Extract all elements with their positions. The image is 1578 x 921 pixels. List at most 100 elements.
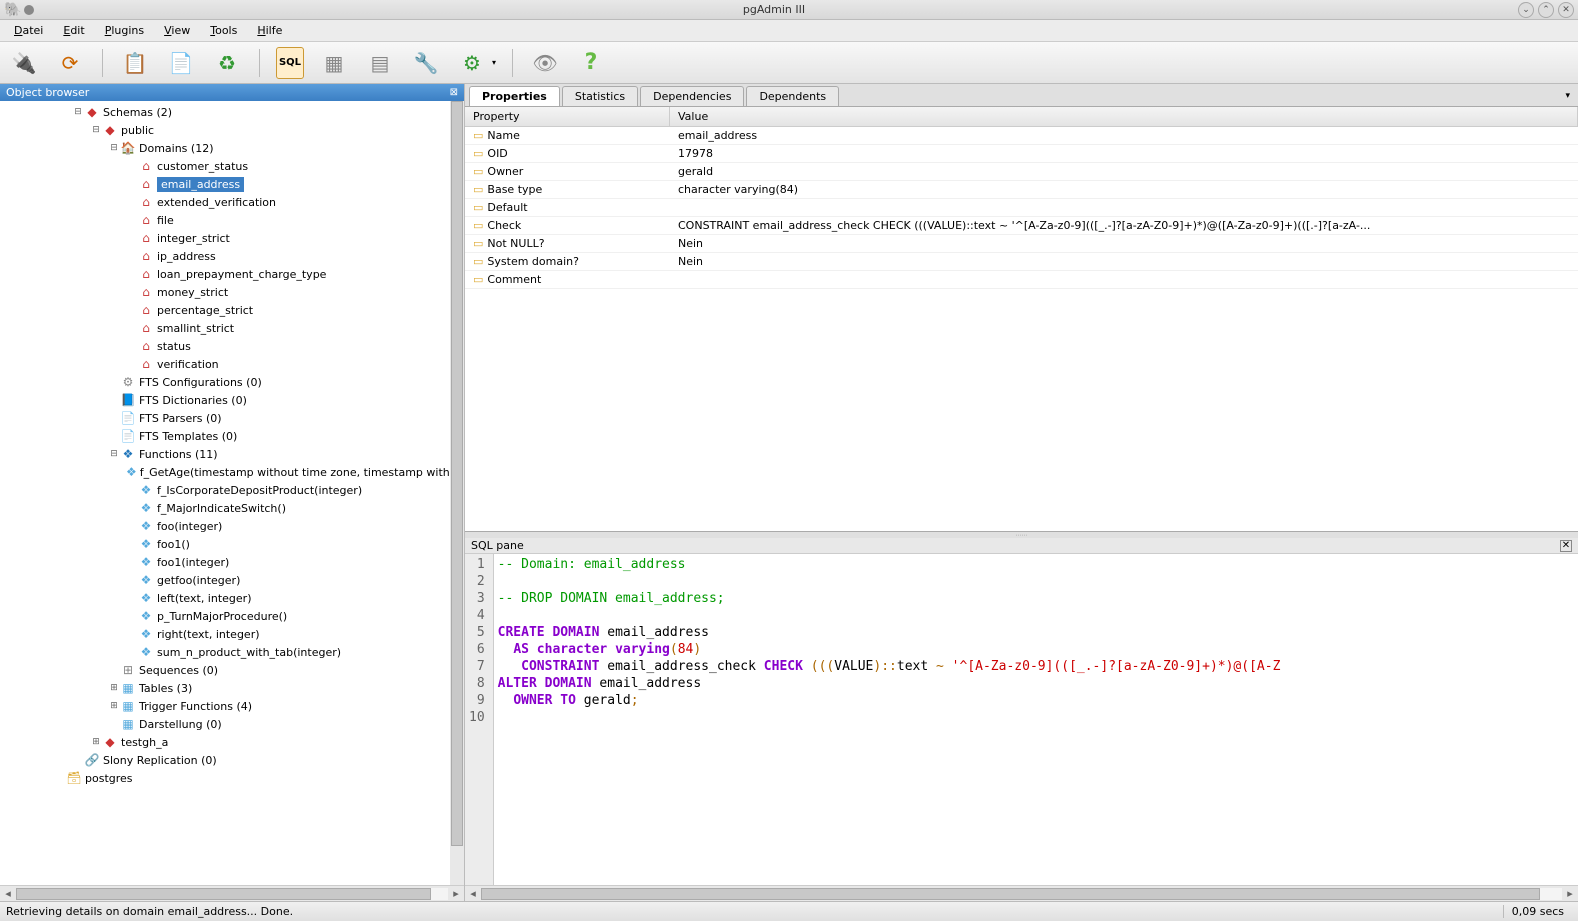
expander-icon[interactable]: ⊟ <box>108 143 120 153</box>
tree-item[interactable]: ⊟🏠Domains (12) <box>0 139 464 157</box>
tree-item[interactable]: ❖p_TurnMajorProcedure() <box>0 607 464 625</box>
tree-item[interactable]: ❖f_GetAge(timestamp without time zone, t… <box>0 463 464 481</box>
domain-icon: ⌂ <box>138 213 154 227</box>
menu-edit[interactable]: Edit <box>55 22 92 39</box>
tree-item[interactable]: 📄FTS Parsers (0) <box>0 409 464 427</box>
expander-icon[interactable]: ⊟ <box>90 125 102 135</box>
tree-item[interactable]: ⌂money_strict <box>0 283 464 301</box>
sql-icon[interactable]: SQL <box>276 47 304 79</box>
vertical-scrollbar[interactable] <box>450 101 464 885</box>
scroll-left-icon[interactable]: ◂ <box>0 887 16 900</box>
maintenance-icon[interactable]: 🔧 <box>410 47 442 79</box>
tree-item[interactable]: 🔗Slony Replication (0) <box>0 751 464 769</box>
tab-dependents[interactable]: Dependents <box>746 86 839 106</box>
property-icon: ▭ <box>473 273 483 286</box>
object-tree: ⊟◆Schemas (2)⊟◆public⊟🏠Domains (12)⌂cust… <box>0 101 464 789</box>
hint-icon[interactable]: 👁 <box>529 47 561 79</box>
property-value: gerald <box>670 163 1578 180</box>
tree-item[interactable]: ❖f_IsCorporateDepositProduct(integer) <box>0 481 464 499</box>
sql-pane: SQL pane ✕ 12345678910 -- Domain: email_… <box>465 538 1578 901</box>
tree-item[interactable]: ⌂loan_prepayment_charge_type <box>0 265 464 283</box>
tree-item[interactable]: ⌂status <box>0 337 464 355</box>
tree-item[interactable]: ❖foo1(integer) <box>0 553 464 571</box>
tree-item[interactable]: ❖getfoo(integer) <box>0 571 464 589</box>
tree-item[interactable]: ⌂smallint_strict <box>0 319 464 337</box>
tree-item[interactable]: ⊟◆Schemas (2) <box>0 103 464 121</box>
tree-item[interactable]: ⌂email_address <box>0 175 464 193</box>
tree-item[interactable]: ▦Darstellung (0) <box>0 715 464 733</box>
drop-icon[interactable]: ♻ <box>211 47 243 79</box>
expander-icon[interactable]: ⊞ <box>108 701 120 711</box>
sql-body[interactable]: 12345678910 -- Domain: email_address -- … <box>465 554 1578 885</box>
tree-item[interactable]: 🗃postgres <box>0 769 464 787</box>
tab-statistics[interactable]: Statistics <box>562 86 638 106</box>
help-icon[interactable]: ? <box>575 47 607 79</box>
tree-item[interactable]: ⌂percentage_strict <box>0 301 464 319</box>
scroll-right-icon[interactable]: ▸ <box>1562 887 1578 900</box>
tree-item[interactable]: 📘FTS Dictionaries (0) <box>0 391 464 409</box>
menu-hilfe[interactable]: Hilfe <box>249 22 290 39</box>
dot-icon <box>24 5 34 15</box>
view-data-icon[interactable]: ▦ <box>318 47 350 79</box>
tree-item[interactable]: ⊞◆testgh_a <box>0 733 464 751</box>
tree-item[interactable]: ⌂customer_status <box>0 157 464 175</box>
maximize-button[interactable]: ⌃ <box>1538 2 1554 18</box>
tree-item[interactable]: ❖sum_n_product_with_tab(integer) <box>0 643 464 661</box>
domain-icon: ⌂ <box>138 321 154 335</box>
expander-icon[interactable]: ⊟ <box>108 449 120 459</box>
menu-view[interactable]: View <box>156 22 198 39</box>
tabs-dropdown-icon[interactable]: ▾ <box>1565 91 1570 101</box>
filter-icon[interactable]: ▤ <box>364 47 396 79</box>
tree-item[interactable]: ❖foo1() <box>0 535 464 553</box>
tree-item[interactable]: ⌂integer_strict <box>0 229 464 247</box>
connect-icon[interactable]: 🔌 <box>8 47 40 79</box>
minimize-button[interactable]: ⌄ <box>1518 2 1534 18</box>
menu-tools[interactable]: Tools <box>202 22 245 39</box>
sql-code[interactable]: -- Domain: email_address -- DROP DOMAIN … <box>494 554 1285 885</box>
tab-properties[interactable]: Properties <box>469 86 560 106</box>
tree-item[interactable]: ⊟❖Functions (11) <box>0 445 464 463</box>
scroll-left-icon[interactable]: ◂ <box>465 887 481 900</box>
tree-item[interactable]: ⊞▦Tables (3) <box>0 679 464 697</box>
tree-item[interactable]: ⌂extended_verification <box>0 193 464 211</box>
window-title: pgAdmin III <box>34 3 1514 16</box>
tree-item[interactable]: ❖left(text, integer) <box>0 589 464 607</box>
parser-icon: 📄 <box>120 411 136 425</box>
tree-item[interactable]: ⚙FTS Configurations (0) <box>0 373 464 391</box>
execute-icon[interactable]: ⚙ <box>456 47 488 79</box>
trigger-icon: ▦ <box>120 699 136 713</box>
tree-item[interactable]: ⊞Sequences (0) <box>0 661 464 679</box>
domain-icon: ⌂ <box>138 267 154 281</box>
dropdown-icon[interactable]: ▾ <box>492 58 496 67</box>
tree-item[interactable]: ❖right(text, integer) <box>0 625 464 643</box>
tree-item[interactable]: ⊞▦Trigger Functions (4) <box>0 697 464 715</box>
tree-item[interactable]: 📄FTS Templates (0) <box>0 427 464 445</box>
close-icon[interactable]: ⊠ <box>450 87 458 98</box>
expander-icon[interactable]: ⊟ <box>72 107 84 117</box>
expander-icon[interactable]: ⊞ <box>90 737 102 747</box>
tree-item[interactable]: ⌂verification <box>0 355 464 373</box>
tree-item[interactable]: ⌂ip_address <box>0 247 464 265</box>
property-icon: ▭ <box>473 165 483 178</box>
tree-item[interactable]: ⌂file <box>0 211 464 229</box>
refresh-icon[interactable]: ⟳ <box>54 47 86 79</box>
tree-item[interactable]: ❖f_MajorIndicateSwitch() <box>0 499 464 517</box>
sql-horizontal-scrollbar[interactable]: ◂ ▸ <box>465 885 1578 901</box>
close-button[interactable]: ✕ <box>1558 2 1574 18</box>
scroll-right-icon[interactable]: ▸ <box>448 887 464 900</box>
expander-icon[interactable]: ⊞ <box>108 683 120 693</box>
tab-dependencies[interactable]: Dependencies <box>640 86 744 106</box>
funcitem-icon: ❖ <box>138 645 154 659</box>
tree-item[interactable]: ⊟◆public <box>0 121 464 139</box>
properties-icon[interactable]: 📋 <box>119 47 151 79</box>
menu-datei[interactable]: Datei <box>6 22 51 39</box>
tree-scroll[interactable]: ⊟◆Schemas (2)⊟◆public⊟🏠Domains (12)⌂cust… <box>0 101 464 885</box>
tree-label: extended_verification <box>157 196 276 209</box>
menu-plugins[interactable]: Plugins <box>97 22 152 39</box>
close-icon[interactable]: ✕ <box>1560 540 1572 552</box>
create-icon[interactable]: 📄 <box>165 47 197 79</box>
horizontal-scrollbar[interactable]: ◂ ▸ <box>0 885 464 901</box>
tree-item[interactable]: ❖foo(integer) <box>0 517 464 535</box>
tree-label: f_MajorIndicateSwitch() <box>157 502 286 515</box>
property-key: Not NULL? <box>487 237 544 250</box>
